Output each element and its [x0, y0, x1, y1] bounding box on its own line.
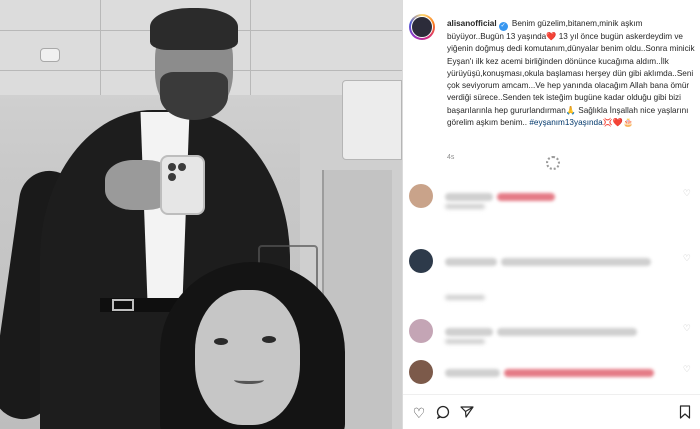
commenter-avatar[interactable] — [409, 184, 433, 208]
comment-icon[interactable] — [435, 405, 451, 421]
comment-text — [445, 253, 675, 266]
camera-lens — [168, 163, 176, 171]
action-bar: ♡ — [403, 394, 700, 429]
caption-text-2: 13 yıl önce bugün askerdeydim ve yiğenin… — [447, 32, 695, 115]
comment-text — [445, 323, 675, 336]
blurred-comment — [497, 192, 555, 201]
camera-lens — [168, 173, 176, 181]
bookmark-icon-shape — [679, 405, 691, 419]
comment-item: ♡ — [409, 245, 695, 300]
comment-reply-link[interactable] — [445, 204, 489, 210]
girl-eye — [214, 338, 228, 345]
share-icon-shape — [460, 406, 474, 418]
man-hair — [150, 8, 238, 50]
blurred-username[interactable] — [445, 192, 493, 201]
verified-badge-icon: ✓ — [498, 22, 508, 31]
profile-avatar[interactable] — [409, 14, 435, 40]
heart-icon[interactable]: ♡ — [683, 364, 691, 375]
commenter-avatar[interactable] — [409, 360, 433, 384]
share-icon[interactable] — [459, 405, 475, 421]
blurred-comment — [504, 368, 654, 377]
post-panel: alisanofficial ✓ Benim güzelim,bitanem,mi… — [402, 0, 700, 429]
heart-icon[interactable]: ♡ — [683, 188, 691, 199]
blurred-comment — [501, 257, 651, 266]
username-link[interactable]: alisanofficial — [447, 19, 497, 28]
blurred-meta — [445, 339, 485, 344]
avatar-image — [411, 16, 433, 38]
phone — [160, 155, 205, 215]
man-beard — [160, 72, 228, 120]
blurred-username[interactable] — [445, 327, 493, 336]
comment-text — [445, 188, 675, 201]
air-conditioner — [342, 80, 402, 160]
heart-icon[interactable]: ♡ — [683, 253, 691, 264]
comment-reply-link[interactable] — [445, 295, 489, 301]
blurred-meta — [445, 295, 485, 300]
girl-face — [195, 290, 300, 425]
blurred-meta — [445, 204, 485, 209]
commenter-avatar[interactable] — [409, 319, 433, 343]
ceiling-grid-line — [100, 0, 101, 95]
smoke-detector — [40, 48, 60, 62]
post-photo[interactable] — [0, 0, 402, 429]
blurred-comment — [497, 327, 637, 336]
loading-spinner-icon — [546, 156, 560, 170]
girl-eye — [262, 336, 276, 343]
comment-text — [445, 364, 675, 377]
blurred-username[interactable] — [445, 257, 497, 266]
heart-icon[interactable]: ♡ — [411, 405, 427, 421]
comment-reply-link[interactable] — [445, 339, 489, 345]
heart-icon[interactable]: ♡ — [683, 323, 691, 334]
caption: alisanofficial ✓ Benim güzelim,bitanem,mi… — [447, 18, 697, 129]
hashtag-link[interactable]: #eyşanım13yaşında — [529, 118, 602, 127]
ceiling-grid-line — [250, 0, 251, 95]
camera-lens — [178, 163, 186, 171]
commenter-avatar[interactable] — [409, 249, 433, 273]
heart-emoji: ❤️ — [546, 32, 557, 41]
belt-buckle — [112, 299, 134, 311]
girl-smile — [234, 376, 264, 384]
pray-emoji: 🙏 — [565, 105, 576, 115]
post-timestamp[interactable]: 4s — [447, 154, 454, 161]
comment-item: ♡ — [409, 315, 695, 359]
comment-item: ♡ — [409, 180, 695, 224]
end-emojis: 💢❤️🎂 — [602, 118, 634, 128]
bookmark-icon[interactable] — [677, 405, 693, 421]
blurred-username[interactable] — [445, 368, 500, 377]
comment-icon-shape — [436, 405, 450, 420]
